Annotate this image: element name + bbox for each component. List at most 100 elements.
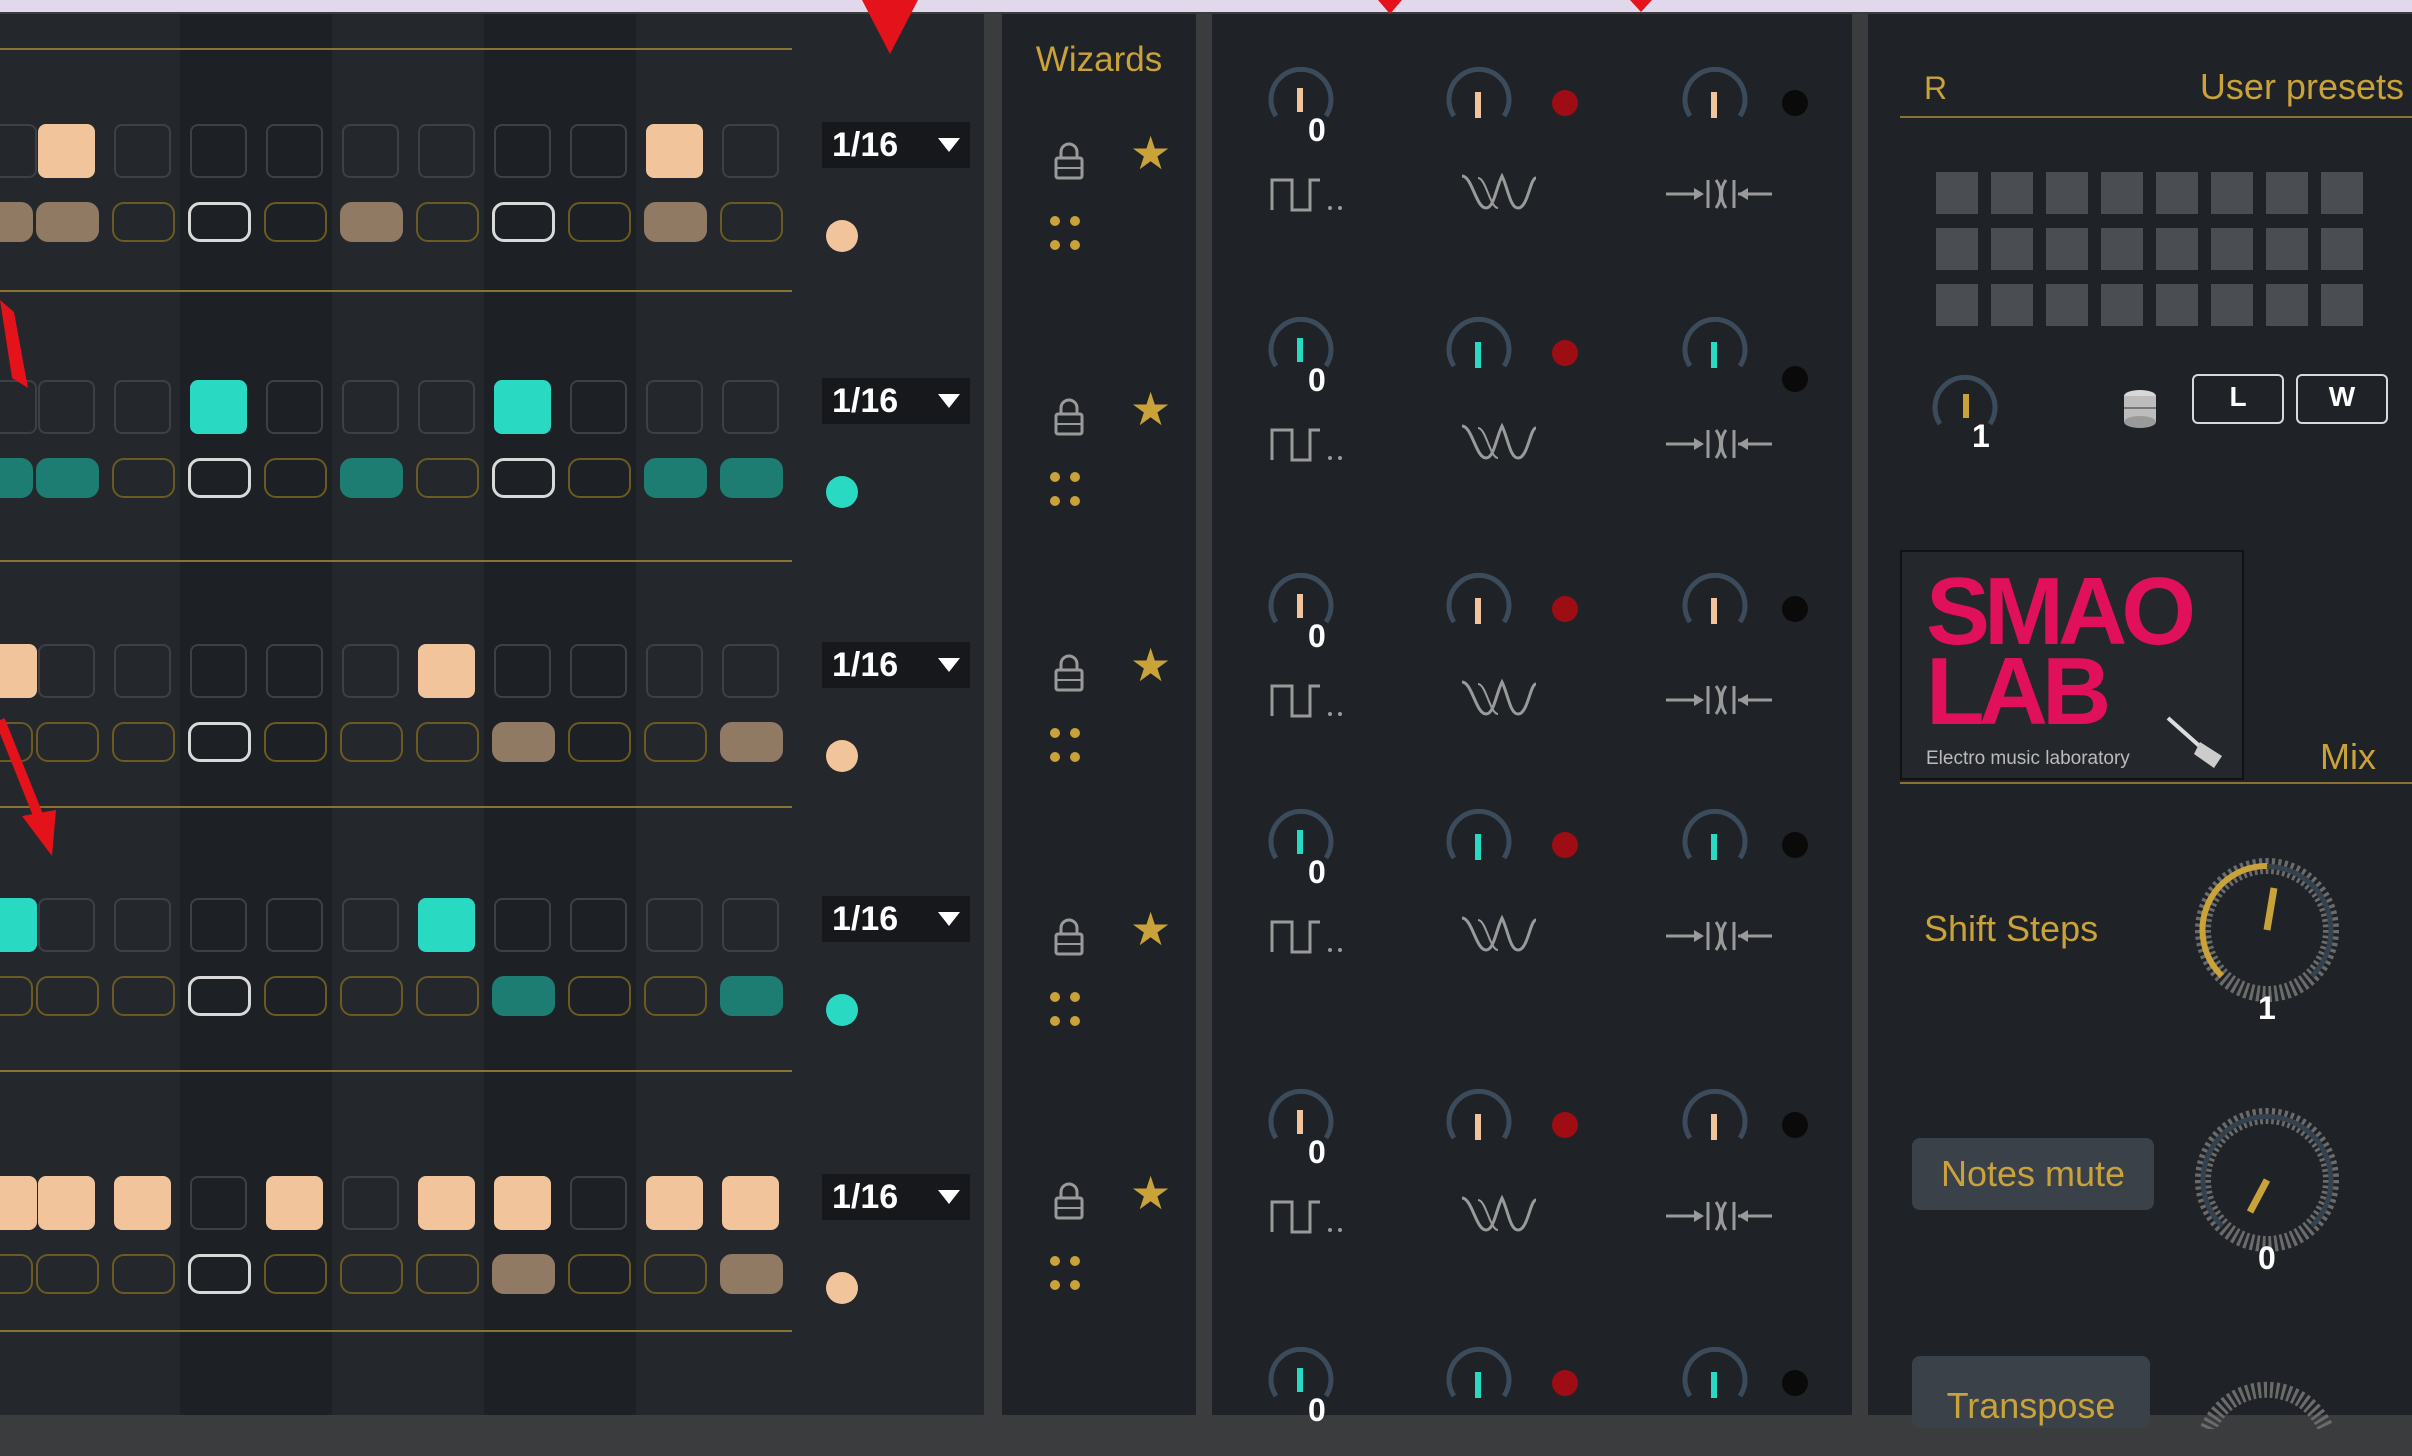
preset-slot[interactable]	[2266, 172, 2308, 214]
dice-icon[interactable]	[1050, 216, 1082, 254]
transpose-button[interactable]: Transpose	[1912, 1356, 2150, 1428]
step-cell[interactable]	[38, 124, 95, 178]
velocity-cell[interactable]	[36, 722, 99, 762]
step-cell[interactable]	[114, 380, 171, 434]
preset-slot[interactable]	[2101, 172, 2143, 214]
square-wave-icon[interactable]	[1270, 916, 1350, 956]
velocity-cell[interactable]	[36, 976, 99, 1016]
rate-knob[interactable]	[1264, 314, 1338, 388]
rate-knob[interactable]	[1264, 1086, 1338, 1160]
preset-slot[interactable]	[2046, 284, 2088, 326]
transpose-knob[interactable]	[2192, 1358, 2342, 1429]
step-cell[interactable]	[0, 380, 37, 434]
velocity-cell[interactable]	[112, 458, 175, 498]
velocity-cell[interactable]	[264, 722, 327, 762]
database-icon[interactable]	[2120, 386, 2160, 432]
step-cell[interactable]	[38, 644, 95, 698]
velocity-cell[interactable]	[492, 722, 555, 762]
link-led[interactable]	[1782, 366, 1808, 392]
velocity-cell[interactable]	[568, 976, 631, 1016]
step-cell[interactable]	[38, 1176, 95, 1230]
mod-active-led[interactable]	[1552, 340, 1578, 366]
velocity-cell[interactable]	[416, 1254, 479, 1294]
step-cell[interactable]	[0, 644, 37, 698]
rate-knob[interactable]	[1264, 806, 1338, 880]
square-wave-icon[interactable]	[1270, 1196, 1350, 1236]
step-cell[interactable]	[114, 124, 171, 178]
waveform-icon[interactable]	[1458, 168, 1538, 212]
velocity-cell[interactable]	[416, 722, 479, 762]
velocity-cell[interactable]	[568, 458, 631, 498]
preset-slot[interactable]	[2211, 228, 2253, 270]
preset-slot[interactable]	[2266, 228, 2308, 270]
waveform-icon[interactable]	[1458, 674, 1538, 718]
mod-active-led[interactable]	[1552, 832, 1578, 858]
velocity-cell[interactable]	[644, 722, 707, 762]
velocity-cell[interactable]	[0, 1254, 33, 1294]
step-cell[interactable]	[494, 380, 551, 434]
square-wave-icon[interactable]	[1270, 174, 1350, 214]
velocity-cell[interactable]	[492, 1254, 555, 1294]
velocity-cell[interactable]	[416, 458, 479, 498]
step-cell[interactable]	[418, 898, 475, 952]
step-cell[interactable]	[494, 124, 551, 178]
mod-active-led[interactable]	[1552, 90, 1578, 116]
waveform-icon[interactable]	[1458, 910, 1538, 954]
step-cell[interactable]	[342, 124, 399, 178]
velocity-cell[interactable]	[720, 458, 783, 498]
step-cell[interactable]	[342, 898, 399, 952]
lock-icon[interactable]	[1052, 918, 1086, 956]
step-cell[interactable]	[38, 898, 95, 952]
velocity-cell[interactable]	[416, 976, 479, 1016]
velocity-cell[interactable]	[188, 202, 251, 242]
step-cell[interactable]	[494, 898, 551, 952]
velocity-cell[interactable]	[264, 202, 327, 242]
dice-icon[interactable]	[1050, 1256, 1082, 1294]
step-cell[interactable]	[190, 124, 247, 178]
step-cell[interactable]	[114, 644, 171, 698]
velocity-cell[interactable]	[112, 1254, 175, 1294]
depth-knob[interactable]	[1678, 314, 1752, 388]
preset-slot[interactable]	[2046, 228, 2088, 270]
step-cell[interactable]	[570, 380, 627, 434]
lock-icon[interactable]	[1052, 654, 1086, 692]
division-dropdown[interactable]: 1/16	[822, 1174, 970, 1220]
preset-slot[interactable]	[2321, 228, 2363, 270]
step-cell[interactable]	[646, 380, 703, 434]
step-cell[interactable]	[722, 644, 779, 698]
step-cell[interactable]	[494, 644, 551, 698]
step-cell[interactable]	[266, 1176, 323, 1230]
preset-slot[interactable]	[2266, 284, 2308, 326]
division-dropdown[interactable]: 1/16	[822, 896, 970, 942]
step-cell[interactable]	[38, 380, 95, 434]
velocity-cell[interactable]	[0, 976, 33, 1016]
step-cell[interactable]	[494, 1176, 551, 1230]
step-cell[interactable]	[266, 898, 323, 952]
star-icon[interactable]: ★	[1130, 642, 1171, 688]
velocity-cell[interactable]	[112, 722, 175, 762]
compress-icon[interactable]	[1664, 424, 1774, 464]
dice-icon[interactable]	[1050, 472, 1082, 510]
link-led[interactable]	[1782, 832, 1808, 858]
step-cell[interactable]	[0, 898, 37, 952]
velocity-cell[interactable]	[492, 976, 555, 1016]
notes-mute-button[interactable]: Notes mute	[1912, 1138, 2154, 1210]
shift-steps-knob[interactable]	[2192, 858, 2342, 1008]
preset-slot[interactable]	[1991, 228, 2033, 270]
velocity-cell[interactable]	[264, 458, 327, 498]
preset-slot[interactable]	[1991, 172, 2033, 214]
velocity-cell[interactable]	[568, 202, 631, 242]
dice-icon[interactable]	[1050, 992, 1082, 1030]
preset-slot[interactable]	[1991, 284, 2033, 326]
step-cell[interactable]	[190, 644, 247, 698]
preset-slot[interactable]	[2321, 284, 2363, 326]
shape-knob[interactable]	[1442, 806, 1516, 880]
star-icon[interactable]: ★	[1130, 906, 1171, 952]
rate-knob[interactable]	[1264, 570, 1338, 644]
velocity-cell[interactable]	[112, 976, 175, 1016]
velocity-cell[interactable]	[416, 202, 479, 242]
velocity-cell[interactable]	[264, 1254, 327, 1294]
preset-slot[interactable]	[2156, 228, 2198, 270]
step-cell[interactable]	[266, 380, 323, 434]
shape-knob[interactable]	[1442, 1086, 1516, 1160]
